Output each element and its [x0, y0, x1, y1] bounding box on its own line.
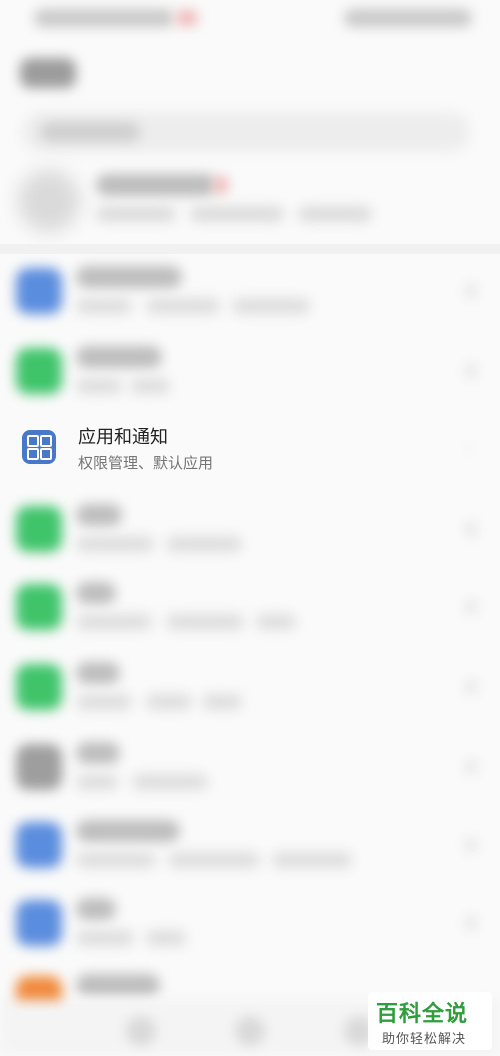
item-title-blurred — [76, 266, 182, 288]
status-bar — [0, 0, 500, 40]
apps-grid-icon — [22, 430, 56, 464]
item-subtitle-blurred — [76, 774, 118, 790]
item-subtitle-blurred — [76, 852, 156, 868]
item-title-blurred — [76, 742, 120, 764]
status-notification-blurred — [176, 10, 198, 26]
chevron-right-icon — [466, 364, 476, 378]
account-badge-blurred — [214, 176, 228, 194]
settings-item[interactable] — [0, 646, 500, 726]
item-subtitle-blurred — [168, 852, 260, 868]
blurred-icon — [16, 664, 62, 710]
item-subtitle-blurred — [166, 536, 242, 552]
item-subtitle: 权限管理、默认应用 — [78, 454, 214, 472]
item-subtitle-blurred — [76, 378, 122, 394]
page-title-blurred — [20, 58, 76, 88]
chevron-right-icon — [466, 838, 476, 852]
status-time-blurred — [34, 9, 174, 27]
blurred-icon — [16, 744, 62, 790]
settings-item[interactable] — [0, 726, 500, 806]
settings-item[interactable] — [0, 330, 500, 410]
item-title-blurred — [76, 662, 120, 684]
item-subtitle-blurred — [76, 298, 132, 314]
chevron-right-icon — [466, 600, 476, 614]
watermark-title: 百科全说 — [376, 1002, 469, 1027]
status-icons-blurred — [344, 9, 472, 27]
item-subtitle-blurred — [166, 614, 244, 630]
nav-home-icon[interactable] — [235, 1016, 265, 1046]
account-subtitle-blurred — [298, 206, 372, 222]
item-subtitle-blurred — [232, 298, 310, 314]
blurred-icon — [16, 900, 62, 946]
account-subtitle-blurred — [96, 206, 176, 222]
item-title-blurred — [76, 820, 180, 842]
chevron-right-icon — [466, 916, 476, 930]
settings-item[interactable] — [0, 488, 500, 568]
watermark-logo: 百科全说 助你轻松解决 — [368, 992, 492, 1050]
nav-back-icon[interactable] — [126, 1016, 156, 1046]
item-subtitle-blurred — [272, 852, 352, 868]
item-subtitle-blurred — [130, 378, 170, 394]
chevron-right-icon — [466, 522, 476, 536]
blurred-icon — [16, 584, 62, 630]
item-title-blurred — [76, 898, 116, 920]
settings-item[interactable] — [0, 250, 500, 330]
account-card[interactable] — [0, 160, 500, 238]
settings-item[interactable] — [0, 566, 500, 646]
item-title-blurred — [76, 504, 122, 526]
item-subtitle-blurred — [76, 614, 152, 630]
item-title-blurred — [76, 346, 162, 368]
item-subtitle-blurred — [76, 536, 154, 552]
item-subtitle-blurred — [202, 694, 242, 710]
account-name-blurred — [96, 174, 216, 196]
settings-item[interactable] — [0, 804, 500, 884]
item-subtitle-blurred — [256, 614, 296, 630]
avatar — [18, 170, 80, 232]
item-subtitle-blurred — [146, 298, 220, 314]
blurred-icon — [16, 348, 62, 394]
settings-item-apps-notifications[interactable]: 应用和通知 权限管理、默认应用 › — [0, 410, 500, 484]
item-subtitle-blurred — [76, 930, 134, 946]
item-subtitle-blurred — [76, 694, 132, 710]
chevron-right-icon — [466, 760, 476, 774]
item-title-blurred — [76, 974, 160, 996]
account-subtitle-blurred — [190, 206, 284, 222]
item-title-blurred — [76, 582, 116, 604]
chevron-right-icon: › — [466, 438, 473, 457]
item-title: 应用和通知 — [78, 427, 168, 448]
watermark-subtitle: 助你轻松解决 — [382, 1032, 467, 1047]
blurred-icon — [16, 506, 62, 552]
item-subtitle-blurred — [146, 694, 192, 710]
item-subtitle-blurred — [132, 774, 208, 790]
search-placeholder-blurred — [40, 122, 140, 142]
blurred-icon — [16, 822, 62, 868]
chevron-right-icon — [466, 284, 476, 298]
settings-item[interactable] — [0, 882, 500, 962]
item-subtitle-blurred — [146, 930, 186, 946]
blurred-icon — [16, 268, 62, 314]
chevron-right-icon — [466, 680, 476, 694]
